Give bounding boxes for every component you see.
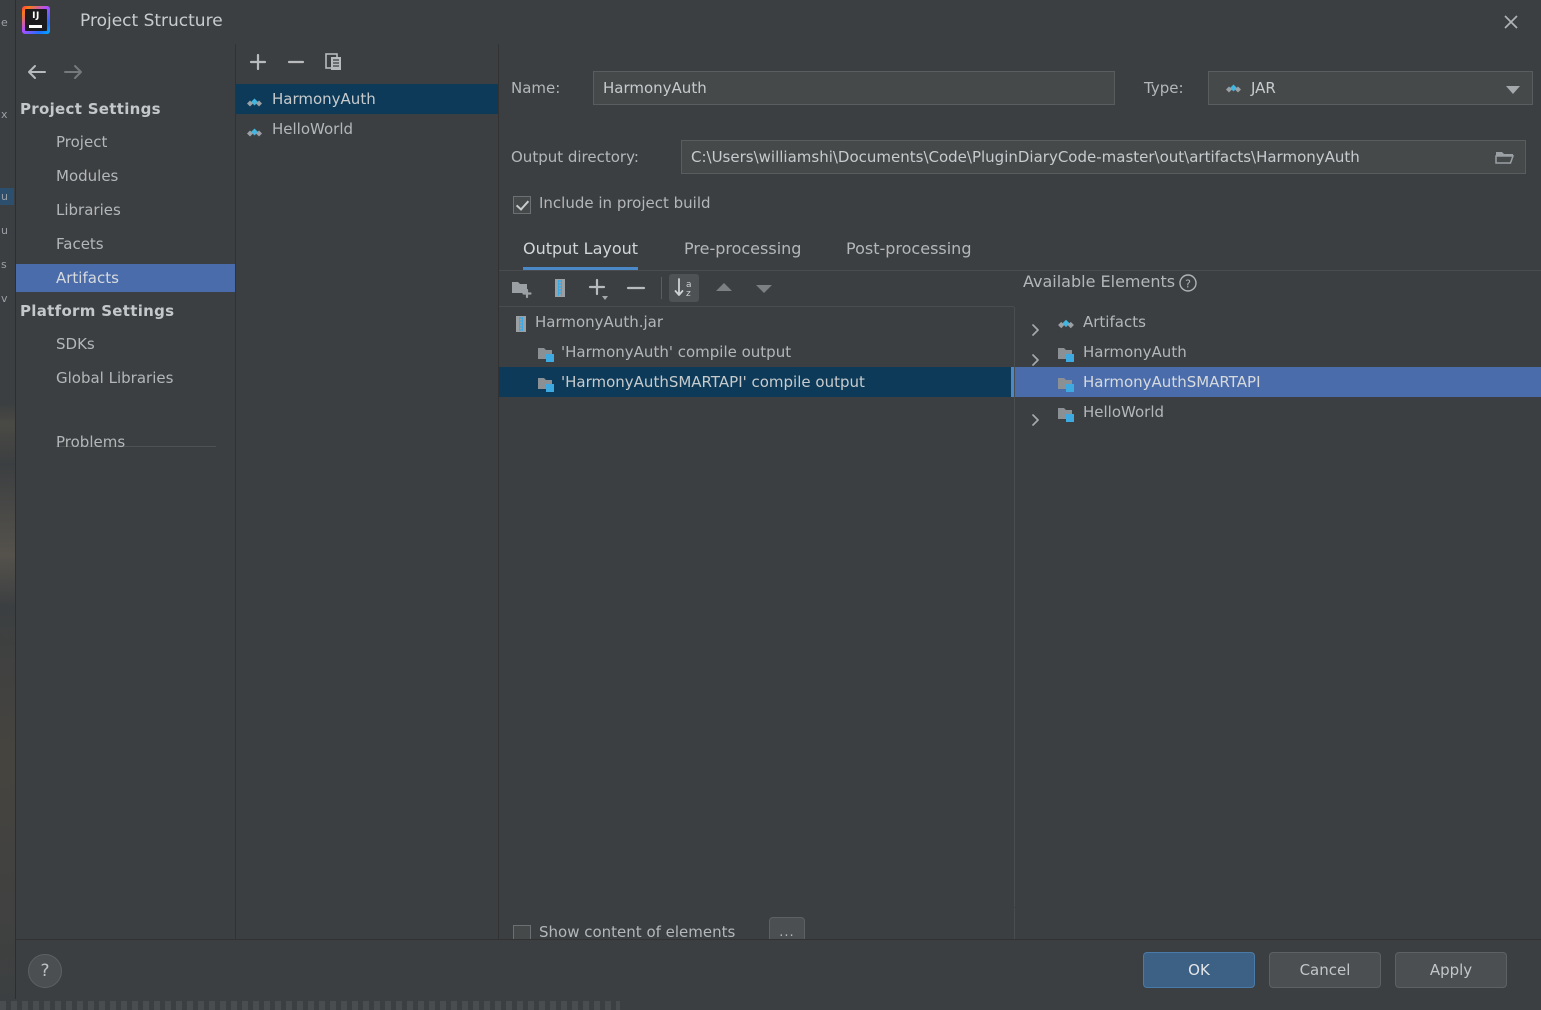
output-directory-label: Output directory: <box>511 148 639 166</box>
minus-icon[interactable] <box>282 49 310 75</box>
tree-row[interactable]: HarmonyAuth.jar <box>499 307 1014 337</box>
available-element-row[interactable]: Artifacts <box>1015 307 1541 337</box>
output-directory-input[interactable]: C:\Users\williamshi\Documents\Code\Plugi… <box>681 140 1526 174</box>
chevron-down-icon <box>1506 86 1520 94</box>
artifact-type-value: JAR <box>1251 79 1276 97</box>
artifacts-list-panel: HarmonyAuth HelloWorld <box>236 44 499 939</box>
artifact-diamond-icon <box>246 121 263 151</box>
copy-icon[interactable] <box>320 49 348 75</box>
background-text: u <box>1 224 8 237</box>
cancel-button[interactable]: Cancel <box>1269 952 1381 988</box>
background-statusbar-text <box>0 1001 620 1010</box>
artifact-list-item-label: HelloWorld <box>272 120 354 138</box>
artifact-list-item[interactable]: HarmonyAuth <box>236 84 498 114</box>
intellij-idea-logo-icon: IJ <box>22 6 50 34</box>
dialog-titlebar: IJ Project Structure <box>16 0 1541 45</box>
tab-post-processing[interactable]: Post-processing <box>846 232 971 270</box>
sidebar-item-project[interactable]: Project <box>16 128 235 156</box>
tree-row-label: 'HarmonyAuth' compile output <box>561 343 792 361</box>
toolbar-separator <box>661 277 662 299</box>
folder-browse-icon[interactable] <box>1494 147 1516 167</box>
artifact-type-select[interactable]: JAR <box>1208 71 1533 105</box>
artifact-details-pane: Name: HarmonyAuth Type: JAR Output direc… <box>499 44 1541 964</box>
help-button[interactable]: ? <box>28 954 62 988</box>
ok-button[interactable]: OK <box>1143 952 1255 988</box>
remove-element-icon[interactable] <box>621 274 651 302</box>
chevron-right-icon[interactable] <box>1031 406 1041 436</box>
type-label: Type: <box>1144 79 1184 97</box>
checkbox-box <box>513 196 531 214</box>
svg-text:?: ? <box>1185 278 1191 291</box>
available-elements-tree: Artifacts HarmonyAuth HarmonyAuthSMARTAP… <box>1015 307 1541 907</box>
sidebar-navigation <box>16 54 235 92</box>
apply-button[interactable]: Apply <box>1395 952 1507 988</box>
sidebar-item-libraries[interactable]: Libraries <box>16 196 235 224</box>
compile-output-folder-icon <box>537 373 557 403</box>
sidebar-group-project-settings: Project Settings <box>20 100 161 118</box>
available-element-label: HarmonyAuthSMARTAPI <box>1083 373 1261 391</box>
available-element-row[interactable]: HarmonyAuth <box>1015 337 1541 367</box>
artifact-list-item[interactable]: HelloWorld <box>236 114 498 144</box>
add-archive-icon[interactable] <box>545 274 575 302</box>
available-element-row[interactable]: HarmonyAuthSMARTAPI <box>1015 367 1541 397</box>
tree-row[interactable]: 'HarmonyAuth' compile output <box>499 337 1014 367</box>
tab-output-layout[interactable]: Output Layout <box>523 232 639 270</box>
plus-icon[interactable] <box>244 49 272 75</box>
include-in-project-build-label: Include in project build <box>539 194 711 212</box>
settings-sidebar: Project Settings Project Modules Librari… <box>16 44 236 939</box>
available-element-label: HarmonyAuth <box>1083 343 1187 361</box>
background-text: u <box>1 190 8 203</box>
sidebar-item-sdks[interactable]: SDKs <box>16 330 235 358</box>
tree-row-label: HarmonyAuth.jar <box>535 313 663 331</box>
background-text: x <box>1 108 8 121</box>
dialog-title: Project Structure <box>80 11 223 31</box>
background-text: v <box>1 292 8 305</box>
add-element-dropdown-icon[interactable] <box>583 274 613 302</box>
dialog-body: Project Settings Project Modules Librari… <box>16 44 1541 964</box>
tree-row[interactable]: 'HarmonyAuthSMARTAPI' compile output <box>499 367 1014 397</box>
sidebar-item-global-libraries[interactable]: Global Libraries <box>16 364 235 392</box>
dialog-footer: ? OK Cancel Apply <box>16 939 1541 999</box>
artifact-list-item-label: HarmonyAuth <box>272 90 376 108</box>
sidebar-item-artifacts[interactable]: Artifacts <box>16 264 235 292</box>
project-structure-dialog: IJ Project Structure Project Settings Pr… <box>16 0 1541 999</box>
artifact-name-input[interactable]: HarmonyAuth <box>593 71 1115 105</box>
sidebar-group-platform-settings: Platform Settings <box>20 302 175 320</box>
background-text: e <box>1 16 8 29</box>
artifact-diamond-icon <box>1225 81 1242 101</box>
available-elements-header: Available Elements <box>1023 272 1176 291</box>
background-editor-strip <box>0 0 16 1010</box>
help-circle-icon[interactable]: ? <box>1178 273 1198 293</box>
output-layout-toolbar: a z <box>499 271 1014 306</box>
available-element-row[interactable]: HelloWorld <box>1015 397 1541 427</box>
arrow-right-icon[interactable] <box>57 58 91 86</box>
sidebar-item-facets[interactable]: Facets <box>16 230 235 258</box>
sort-alphabetically-icon[interactable]: a z <box>669 274 699 302</box>
tree-row-label: 'HarmonyAuthSMARTAPI' compile output <box>561 373 865 391</box>
move-up-icon[interactable] <box>709 274 739 302</box>
artifacts-toolbar <box>236 44 498 80</box>
svg-text:z: z <box>686 289 691 299</box>
available-element-label: HelloWorld <box>1083 403 1165 421</box>
tab-pre-processing[interactable]: Pre-processing <box>684 232 801 270</box>
sidebar-item-modules[interactable]: Modules <box>16 162 235 190</box>
output-layout-tree: HarmonyAuth.jar 'HarmonyAuth' compile ou… <box>499 307 1015 907</box>
available-element-label: Artifacts <box>1083 313 1146 331</box>
sidebar-item-problems[interactable]: Problems <box>16 428 235 456</box>
arrow-left-icon[interactable] <box>21 58 55 86</box>
module-folder-icon <box>1057 403 1077 433</box>
background-statusbar <box>0 998 1541 1010</box>
move-down-icon[interactable] <box>749 274 779 302</box>
close-icon[interactable] <box>1497 8 1525 36</box>
name-label: Name: <box>511 79 561 97</box>
background-text: s <box>1 258 7 271</box>
add-directory-icon[interactable] <box>507 274 537 302</box>
